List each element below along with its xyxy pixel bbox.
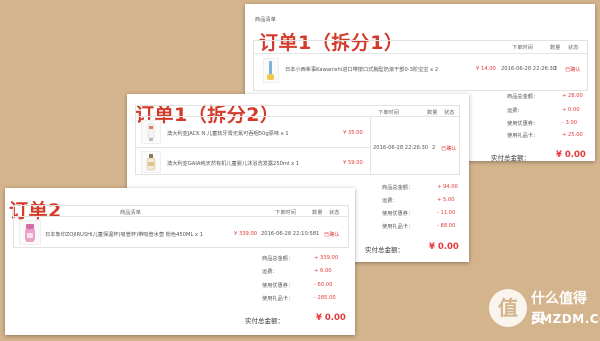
product-thumbnail[interactable] — [19, 220, 41, 245]
order-qty: 2 — [554, 66, 558, 72]
header-qty: 数量 — [427, 110, 438, 116]
summary-label: 运费： — [262, 269, 278, 275]
teether-image — [267, 61, 274, 80]
order-qty: 2 — [432, 145, 436, 151]
header-status: 状态 — [568, 45, 579, 51]
header-qty: 数量 — [550, 45, 561, 51]
summary-value: + 0.00 — [562, 107, 580, 113]
header-time: 下单时间 — [512, 45, 533, 51]
product-name[interactable]: 澳大利亚JACK N 儿童软牙膏无氟可吞咽50g原味 x 1 — [167, 130, 289, 137]
product-name[interactable]: 澳大利亚GAIA纯天然有机儿童婴儿沐浴洗发露250ml x 1 — [167, 160, 299, 167]
list-title: 商品清单 — [255, 17, 276, 23]
summary-label: 使用优惠券： — [507, 121, 539, 127]
summary-value: + 5.00 — [437, 197, 455, 203]
order-status[interactable]: 已确认 — [324, 231, 340, 238]
summary-label: 使用优惠券： — [382, 211, 414, 217]
summary-value: - 3.00 — [562, 120, 578, 126]
product-price: ¥ 339.00 — [234, 231, 258, 237]
smzdm-watermark: 值 什么值得买 SMZDM.COM — [489, 286, 600, 336]
total-label: 实付总金额： — [365, 246, 404, 254]
product-price: ¥ 35.00 — [343, 130, 363, 136]
order-time: 2016-06-28 22:10:58 — [261, 231, 317, 237]
total-value: ¥ 0.00 — [556, 150, 586, 160]
summary-value: + 94.00 — [437, 184, 458, 190]
order-time: 2016-06-28 22:26:30 — [373, 145, 429, 151]
summary-label: 运费： — [382, 198, 398, 204]
product-price: ¥ 14.00 — [476, 66, 496, 72]
total-label: 实付总金额： — [245, 317, 284, 325]
summary-value: - 285.00 — [314, 295, 336, 301]
product-name[interactable]: 日本小西希事Kawanishi进口带按口式胸型奶滚干部0-3阶宝宝 x 2 — [285, 66, 438, 73]
product-thumbnail[interactable] — [141, 151, 161, 173]
summary-value: - 11.00 — [437, 210, 456, 216]
body-wash-image — [146, 154, 156, 171]
svg-text:值: 值 — [498, 296, 518, 320]
toothpaste-image — [147, 123, 155, 141]
product-thumbnail[interactable] — [141, 120, 161, 144]
header-time: 下单时间 — [378, 110, 399, 116]
summary-label: 使用礼品卡： — [382, 224, 414, 230]
summary-label: 使用优惠券： — [262, 283, 294, 289]
summary-value: + 25.00 — [562, 132, 583, 138]
product-price: ¥ 59.00 — [343, 160, 363, 166]
total-label: 实付总金额： — [491, 154, 530, 161]
header-qty: 数量 — [312, 210, 323, 216]
order-qty: 1 — [316, 231, 320, 237]
summary-value: - 60.00 — [314, 282, 333, 288]
order-table — [13, 205, 349, 248]
header-list: 商品清单 — [120, 210, 141, 216]
order-status[interactable]: 已确认 — [565, 66, 581, 73]
summary-value: - 88.00 — [437, 223, 456, 229]
summary-value: + 339.00 — [314, 255, 339, 261]
total-value: ¥ 0.00 — [429, 242, 459, 252]
smzdm-logo-icon: 值 — [489, 289, 527, 327]
summary-value: + 28.00 — [562, 93, 583, 99]
watermark-url: SMZDM.COM — [531, 312, 600, 326]
header-status: 状态 — [329, 210, 340, 216]
order-status[interactable]: 已确认 — [441, 145, 457, 152]
summary-label: 运费： — [507, 108, 523, 114]
order-time: 2016-06-28 22:26:30 — [501, 66, 557, 72]
header-status: 状态 — [444, 110, 455, 116]
water-bottle-image — [25, 224, 35, 242]
summary-label: 商品总金额： — [382, 185, 414, 191]
summary-label: 商品总金额： — [507, 94, 539, 100]
summary-label: 使用礼品卡： — [507, 133, 539, 139]
summary-label: 商品总金额： — [262, 256, 294, 262]
summary-label: 使用礼品卡： — [262, 296, 294, 302]
header-time: 下单时间 — [275, 210, 296, 216]
product-name[interactable]: 日本象印ZOJIRUSHI儿童保温杯(吸管杯)带吸管水壶 粉色450ML x 1 — [45, 231, 203, 238]
summary-value: + 6.00 — [314, 268, 332, 274]
order-card-2: 订单2 商品清单 下单时间 数量 状态 日本象印ZOJIRUSHI儿童保温杯(吸… — [5, 188, 355, 335]
product-thumbnail[interactable] — [263, 58, 279, 83]
total-value: ¥ 0.00 — [316, 313, 346, 323]
